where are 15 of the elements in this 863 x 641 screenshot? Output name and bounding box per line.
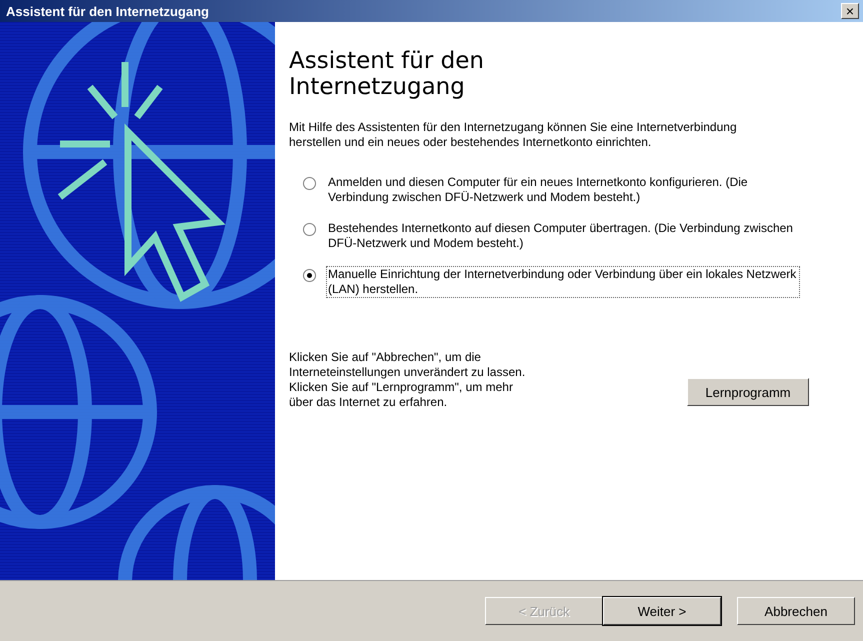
wizard-heading: Assistent für den Internetzugang: [289, 48, 485, 100]
radio-button[interactable]: [303, 177, 316, 190]
option-label[interactable]: Anmelden und diesen Computer für ein neues Internetkonto konfigurieren. (Die Verbindung zwischen DFÜ-Netzwerk und Modem besteht.): [326, 174, 800, 206]
intro-text: Mit Hilfe des Assistenten für den Internetzugang können Sie eine Internetverbindung herstellen und ein neues oder bestehendes Internetkonto einrichten.: [289, 120, 738, 150]
close-button[interactable]: ×: [841, 3, 859, 19]
tutorial-hint: Klicken Sie auf "Lernprogramm", um mehr über das Internet zu erfahren.: [289, 380, 514, 410]
window-title: Assistent für den Internetzugang: [6, 4, 209, 18]
radio-button[interactable]: [303, 269, 316, 282]
cancel-hint: Klicken Sie auf "Abbrechen", um die Interneteinstellungen unverändert zu lassen.: [289, 350, 526, 380]
wizard-button[interactable]: Abbrechen: [737, 597, 855, 625]
tutorial-button[interactable]: Lernprogramm: [687, 378, 809, 406]
radio-button[interactable]: [303, 223, 316, 236]
option-label[interactable]: Manuelle Einrichtung der Internetverbindung oder Verbindung über ein lokales Netzwerk (LAN) herstellen.: [326, 266, 800, 298]
option-label[interactable]: Bestehendes Internetkonto auf diesen Computer übertragen. (Die Verbindung zwischen DFÜ-Netzwerk und Modem besteht.): [326, 220, 800, 252]
wizard-button[interactable]: Weiter >: [603, 597, 721, 625]
